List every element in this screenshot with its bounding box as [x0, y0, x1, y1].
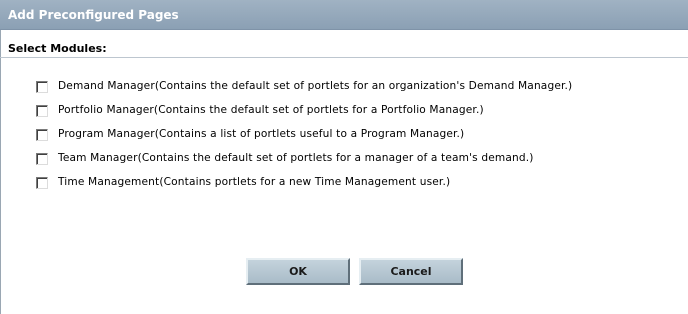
team-manager-label: Team Manager(Contains the default set of… — [58, 152, 534, 164]
demand-manager-checkbox[interactable] — [36, 81, 48, 93]
module-row-program-manager[interactable]: Program Manager(Contains a list of portl… — [22, 128, 688, 144]
time-management-checkbox[interactable] — [36, 177, 48, 189]
module-row-portfolio-manager[interactable]: Portfolio Manager(Contains the default s… — [22, 104, 688, 120]
time-management-label: Time Management(Contains portlets for a … — [58, 176, 451, 188]
module-row-demand-manager[interactable]: Demand Manager(Contains the default set … — [22, 80, 688, 96]
cancel-button[interactable]: Cancel — [359, 258, 463, 285]
portfolio-manager-label: Portfolio Manager(Contains the default s… — [58, 104, 484, 116]
module-row-time-management[interactable]: Time Management(Contains portlets for a … — [22, 176, 688, 192]
program-manager-label: Program Manager(Contains a list of portl… — [58, 128, 465, 140]
module-row-team-manager[interactable]: Team Manager(Contains the default set of… — [22, 152, 688, 168]
demand-manager-label: Demand Manager(Contains the default set … — [58, 80, 573, 92]
team-manager-checkbox[interactable] — [36, 153, 48, 165]
ok-button[interactable]: OK — [246, 258, 350, 285]
portfolio-manager-checkbox[interactable] — [36, 105, 48, 117]
add-preconfigured-pages-dialog: Add Preconfigured Pages Select Modules: … — [0, 0, 688, 314]
program-manager-checkbox[interactable] — [36, 129, 48, 141]
